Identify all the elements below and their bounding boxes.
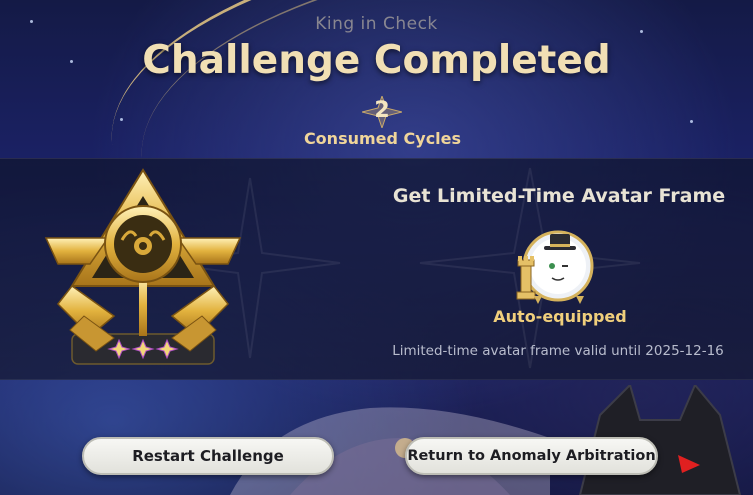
challenge-subtitle: King in Check	[315, 14, 438, 34]
restart-challenge-button[interactable]: Restart Challenge	[82, 437, 334, 475]
validity-note: Limited-time avatar frame valid until 20…	[392, 343, 724, 359]
consumed-cycles-value: 2	[374, 98, 390, 123]
consumed-cycles-label: Consumed Cycles	[303, 129, 462, 148]
star-sparkle	[120, 118, 123, 121]
return-label: Return to Anomaly Arbitration	[407, 448, 656, 464]
restart-challenge-label: Restart Challenge	[132, 447, 284, 465]
star-sparkle	[690, 120, 693, 123]
return-to-anomaly-arbitration-button[interactable]: Return to Anomaly Arbitration	[405, 437, 658, 475]
challenge-emblem	[44, 168, 242, 365]
avatar-frame-preview	[516, 230, 594, 304]
page-title: Challenge Completed	[142, 38, 611, 83]
auto-equipped-label: Auto-equipped	[493, 307, 627, 326]
emblem-stars	[107, 338, 179, 360]
reward-heading: Get Limited-Time Avatar Frame	[392, 185, 726, 207]
